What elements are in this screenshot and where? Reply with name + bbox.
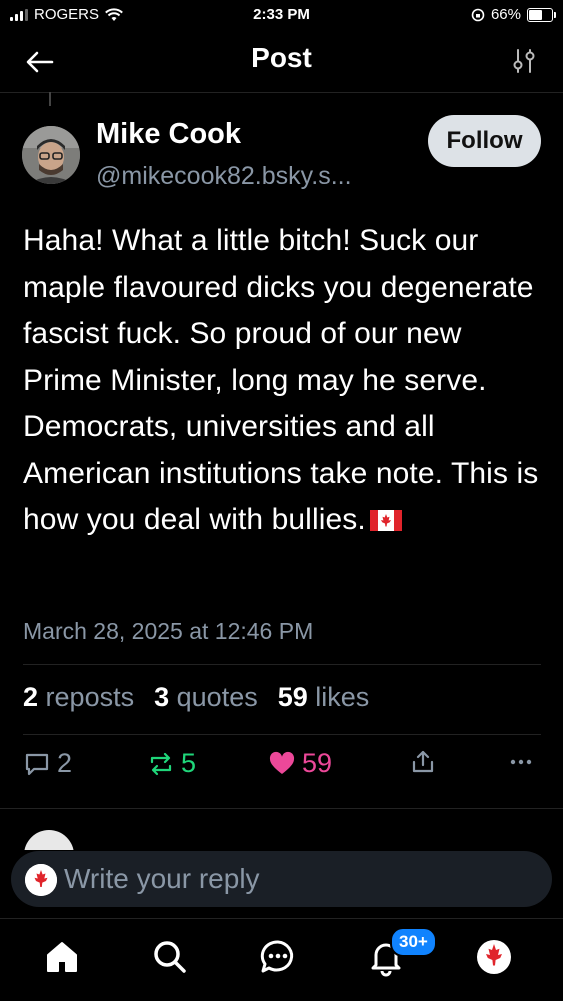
my-avatar [25,864,57,896]
bottom-tab-bar: 30+ [0,918,563,1001]
canada-flag-icon [369,510,402,531]
follow-button[interactable]: Follow [428,115,541,167]
battery-icon [527,7,556,22]
likes-count: 59 [277,682,308,712]
share-button[interactable] [409,748,437,776]
post-timestamp: March 28, 2025 at 12:46 PM [23,618,314,644]
like-count: 59 [302,748,333,778]
notifications-badge: 30+ [390,927,437,957]
ellipsis-icon [510,759,532,765]
top-header: Post [0,34,563,93]
status-right: 66% [471,6,556,23]
search-icon[interactable] [150,937,190,977]
chat-icon[interactable] [258,937,298,977]
post-stats: 2 reposts 3 quotes 59 likes [23,682,369,713]
person-photo-icon [22,126,80,184]
divider [0,808,563,809]
page-title: Post [251,42,312,73]
profile-avatar-icon[interactable] [474,937,514,977]
like-button[interactable]: 59 [268,748,332,779]
reply-count: 2 [57,748,73,778]
divider [23,734,541,735]
more-options-button[interactable] [507,748,535,776]
author-avatar[interactable] [22,126,80,184]
reply-bubble-icon [25,753,49,775]
author-handle[interactable]: @mikecook82.bsky.s... [96,162,352,191]
reposts-count: 2 [23,682,39,712]
post-text-content: Haha! What a little bitch! Suck our mapl… [23,224,539,536]
share-icon [412,750,434,773]
divider [23,664,541,665]
post-actions: 2 5 59 [23,748,541,792]
repost-count: 5 [181,748,197,778]
reposts-stat[interactable]: 2 reposts [23,682,134,713]
home-icon[interactable] [42,937,82,977]
quotes-count: 3 [154,682,170,712]
thread-connector-line [49,92,51,106]
likes-label: likes [315,682,370,712]
quotes-label: quotes [176,682,258,712]
quotes-stat[interactable]: 3 quotes [154,682,258,713]
reply-input-placeholder[interactable]: Write your reply [64,863,260,895]
post-text: Haha! What a little bitch! Suck our mapl… [23,218,543,544]
repost-icon [150,752,172,775]
thread-settings-icon[interactable] [509,46,539,76]
status-bar: ROGERS 2:33 PM 66% [0,0,563,32]
author-name[interactable]: Mike Cook [96,118,241,151]
reposts-label: reposts [45,682,135,712]
reply-composer[interactable]: Write your reply [11,851,552,907]
lock-rotation-icon [471,8,485,21]
battery-percent: 66% [490,6,521,23]
repost-button[interactable]: 5 [147,748,196,779]
likes-stat[interactable]: 59 likes [278,682,370,713]
maple-leaf-icon [25,864,57,896]
next-reply-avatar-peek [24,830,74,850]
heart-icon [269,751,295,774]
reply-button[interactable]: 2 [23,748,72,779]
